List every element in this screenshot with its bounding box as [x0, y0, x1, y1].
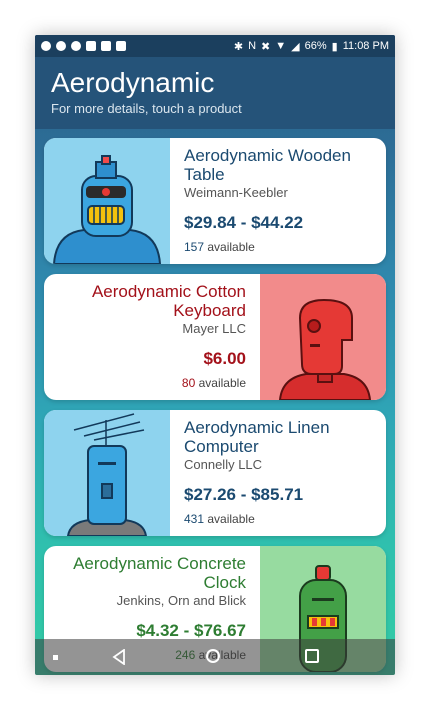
product-info: Aerodynamic Wooden Table Weimann-Keebler… — [176, 138, 382, 264]
blue-robot-icon — [44, 138, 170, 264]
product-availability: 80 available — [182, 376, 246, 390]
available-label: available — [207, 240, 255, 254]
menu-dot-icon[interactable] — [53, 655, 58, 660]
signal-icon: ◢ — [291, 40, 300, 53]
red-robot-icon — [260, 274, 386, 400]
product-price: $6.00 — [203, 349, 246, 368]
available-count: 431 — [184, 512, 205, 526]
product-availability: 157 available — [184, 240, 255, 254]
product-card[interactable]: Aerodynamic Linen Computer Connelly LLC … — [44, 410, 386, 536]
product-name: Aerodynamic Cotton Keyboard — [91, 282, 246, 320]
product-name: Aerodynamic Wooden Table — [184, 146, 351, 184]
product-maker: Connelly LLC — [184, 457, 263, 472]
blue-antenna-robot-icon — [44, 410, 170, 536]
app-icon — [71, 41, 81, 51]
nfc-icon: N — [248, 40, 257, 52]
product-info: Aerodynamic Linen Computer Connelly LLC … — [176, 410, 382, 536]
battery-percent: 66% — [304, 40, 327, 52]
product-image — [44, 138, 170, 264]
product-name: Aerodynamic Linen Computer — [184, 418, 330, 456]
sync-icon — [56, 41, 66, 51]
app-header: Aerodynamic For more details, touch a pr… — [35, 57, 395, 129]
android-icon — [116, 41, 126, 51]
status-bar: ✱ N ✖ ▼ ◢ 66% ▮ 11:08 PM — [35, 35, 395, 57]
mail-icon — [86, 41, 96, 51]
available-count: 157 — [184, 240, 205, 254]
product-image — [44, 410, 170, 536]
wifi-icon: ▼ — [275, 40, 287, 52]
available-count: 80 — [181, 376, 196, 390]
page-title: Aerodynamic — [51, 67, 215, 98]
product-price: $29.84 - $44.22 — [184, 213, 304, 232]
product-maker: Jenkins, Orn and Blick — [116, 593, 246, 608]
product-name: Aerodynamic Concrete Clock — [73, 554, 246, 592]
notification-icons — [41, 41, 126, 51]
bluetooth-icon: ✱ — [233, 40, 244, 53]
product-maker: Weimann-Keebler — [184, 185, 288, 200]
product-card[interactable]: Aerodynamic Wooden Table Weimann-Keebler… — [44, 138, 386, 264]
battery-icon: ▮ — [331, 40, 338, 53]
product-price: $27.26 - $85.71 — [184, 485, 304, 504]
product-card[interactable]: Aerodynamic Cotton Keyboard Mayer LLC $6… — [44, 274, 386, 400]
product-price: $4.32 - $76.67 — [136, 621, 246, 640]
spotify-icon — [41, 41, 51, 51]
available-label: available — [198, 376, 246, 390]
product-info: Aerodynamic Cotton Keyboard Mayer LLC $6… — [48, 274, 254, 400]
android-nav-bar — [35, 639, 395, 675]
product-availability: 431 available — [184, 512, 255, 526]
page-subtitle: For more details, touch a product — [51, 101, 242, 116]
home-icon[interactable] — [206, 649, 220, 663]
recent-apps-icon[interactable] — [305, 649, 319, 663]
back-icon[interactable] — [112, 649, 126, 665]
phone-screen: ✱ N ✖ ▼ ◢ 66% ▮ 11:08 PM Aerodynamic For… — [35, 35, 395, 675]
product-maker: Mayer LLC — [182, 321, 246, 336]
available-label: available — [207, 512, 255, 526]
clock: 11:08 PM — [342, 40, 389, 52]
image-icon — [101, 41, 111, 51]
system-icons: ✱ N ✖ ▼ ◢ 66% ▮ 11:08 PM — [234, 40, 389, 53]
mute-icon: ✖ — [261, 40, 271, 53]
product-image — [260, 274, 386, 400]
